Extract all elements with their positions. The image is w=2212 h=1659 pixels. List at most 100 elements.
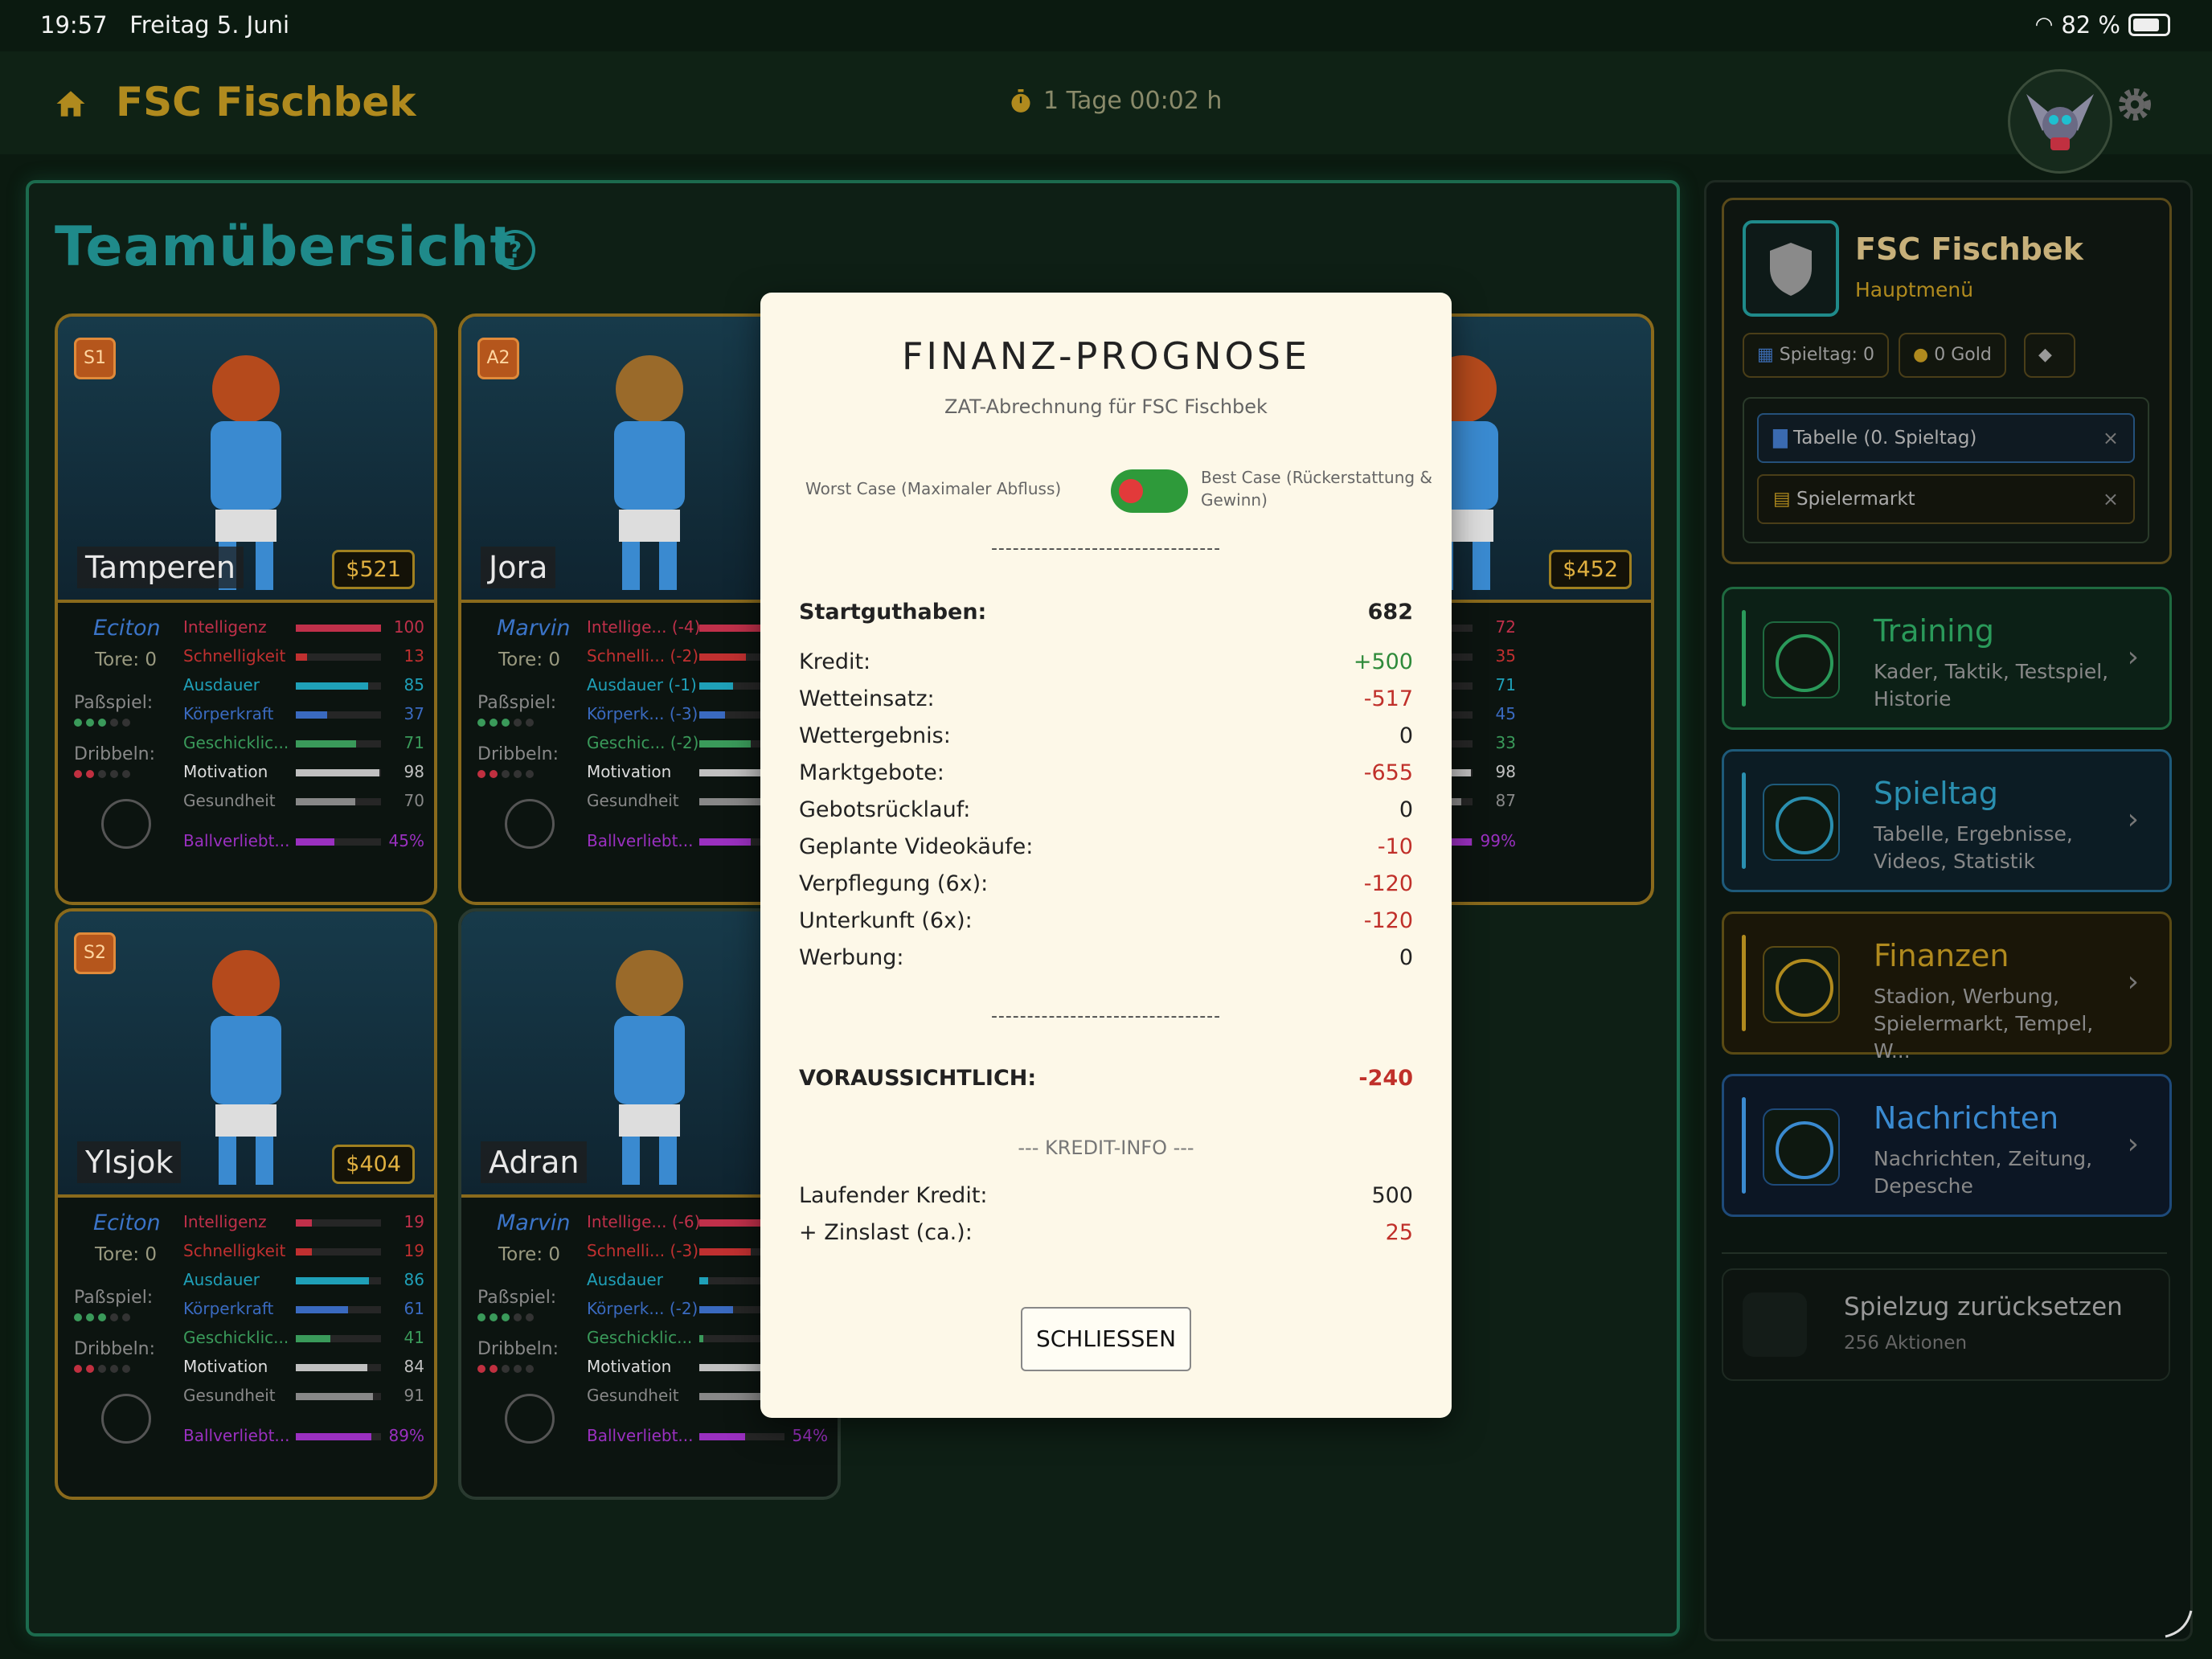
nav-card-nachrichten[interactable]: Nachrichten Nachrichten, Zeitung, Depesch… [1722, 1074, 2172, 1217]
accent-stripe [1742, 1097, 1746, 1194]
stat-bar [296, 711, 381, 719]
pass-dots [477, 719, 534, 727]
finance-forecast-modal: FINANZ-PROGNOSE ZAT-Abrechnung für FSC F… [760, 293, 1452, 1418]
avatar[interactable] [2008, 69, 2112, 174]
nav-card-finanzen[interactable]: Finanzen Stadion, Werbung, Spielermarkt, … [1722, 911, 2172, 1063]
pinned-tabelle[interactable]: ▇ Tabelle (0. Spieltag) × [1757, 413, 2135, 463]
gear-icon[interactable] [2116, 85, 2154, 124]
row-label: Marktgebote: [799, 760, 944, 785]
mail-icon [1763, 1108, 1840, 1186]
player-card[interactable]: S1 Tamperen $521 Eciton Tore: 0 Paßspiel: Drib… [55, 313, 437, 905]
stat-bar [296, 1277, 381, 1284]
shield-icon [1770, 243, 1812, 296]
nav-description: Stadion, Werbung, Spielermarkt, Tempel, … [1874, 985, 2094, 1063]
stat-label: Schnelli... (-3) [587, 1241, 698, 1260]
nav-title: Training [1874, 613, 1994, 649]
pass-dots [74, 1313, 130, 1321]
stat-label: Gesundheit [587, 791, 679, 810]
dribble-dots [74, 1365, 130, 1373]
stat-value: 85 [403, 675, 424, 694]
history-icon [1743, 1292, 1807, 1357]
stat-value: 72 [1495, 617, 1516, 637]
action-circle[interactable] [505, 1394, 555, 1444]
row-value: 500 [1371, 1183, 1413, 1208]
stat-bar [296, 682, 381, 690]
stat-value: 71 [403, 733, 424, 752]
row-label: VORAUSSICHTLICH: [799, 1066, 1037, 1091]
stat-label: Ausdauer (-1) [587, 675, 697, 694]
nav-card-training[interactable]: Training Kader, Taktik, Testspiel, Histor… [1722, 587, 2172, 730]
chevron-right-icon: › [2127, 1128, 2139, 1161]
reset-move-button[interactable]: Spielzug zurücksetzen 256 Aktionen [1722, 1268, 2170, 1381]
stat-label: Motivation [587, 1357, 672, 1376]
header-timer: 1 Tage 00:02 h [1010, 87, 1222, 115]
row-label: Startguthaben: [799, 600, 987, 625]
stat-label: Gesundheit [183, 791, 276, 810]
action-circle[interactable] [101, 1394, 151, 1444]
stat-row: Schnelligkeit 13 [183, 643, 424, 672]
battery-icon [2128, 14, 2170, 36]
stat-label: Ballverliebt... [183, 831, 290, 850]
stat-row: Schnelligkeit 19 [183, 1238, 424, 1267]
pinned-spielermarkt[interactable]: ▤ Spielermarkt × [1757, 474, 2135, 524]
graduation-cap-icon[interactable]: ◆ [2024, 333, 2075, 378]
accent-stripe [1742, 772, 1746, 869]
chip-label: 0 Gold [1934, 345, 1992, 365]
action-circle[interactable] [101, 799, 151, 849]
row-value: -120 [1363, 871, 1413, 896]
resize-handle-icon[interactable] [2162, 1608, 2194, 1640]
divider: -------------------------------- [990, 1006, 1222, 1026]
row-label: + Zinslast (ca.): [799, 1220, 973, 1245]
close-icon[interactable]: × [2103, 476, 2119, 522]
dribble-label: Dribbeln: [74, 1339, 156, 1359]
stat-bar [296, 1364, 381, 1371]
timer-icon [1011, 88, 1030, 113]
help-icon[interactable]: ? [495, 230, 535, 270]
pass-dots [74, 719, 130, 727]
finance-row: Wettergebnis: 0 [799, 723, 1413, 748]
stat-label: Geschic... (-2) [587, 733, 699, 752]
football-icon [1763, 784, 1840, 861]
row-label: Gebotsrücklauf: [799, 797, 971, 822]
header-club-title: FSC Fischbek [116, 79, 416, 125]
player-price: $521 [332, 550, 415, 589]
stat-value: 71 [1495, 675, 1516, 694]
stat-label: Schnelligkeit [183, 1241, 286, 1260]
coin-icon: ● [1913, 345, 1929, 365]
dribble-dots [477, 1365, 534, 1373]
player-card[interactable]: S2 Ylsjok $404 Eciton Tore: 0 Paßspiel: Dribbe… [55, 908, 437, 1500]
stat-value: 84 [403, 1357, 424, 1376]
stat-label: Ausdauer [587, 1270, 663, 1289]
stat-label: Körperkraft [183, 1299, 274, 1318]
stat-label: Motivation [587, 762, 672, 781]
modal-title: FINANZ-PROGNOSE [901, 334, 1311, 378]
home-icon[interactable] [53, 87, 88, 121]
case-toggle[interactable] [1111, 469, 1188, 513]
nav-card-spieltag[interactable]: Spieltag Tabelle, Ergebnisse, Videos, Sta… [1722, 749, 2172, 892]
row-value: 682 [1367, 600, 1413, 625]
dribble-label: Dribbeln: [74, 744, 156, 764]
stat-label: Ausdauer [183, 1270, 260, 1289]
stat-value: 89% [388, 1426, 424, 1445]
stat-label: Geschicklic... [587, 1328, 693, 1347]
stat-value: 91 [403, 1386, 424, 1405]
close-button[interactable]: SCHLIESSEN [1021, 1307, 1191, 1371]
row-value: +500 [1353, 649, 1413, 674]
goals-count: Tore: 0 [95, 1244, 158, 1265]
spieltag-chip[interactable]: ▦ Spieltag: 0 [1743, 333, 1889, 378]
stat-row: Intelligenz 100 [183, 614, 424, 643]
nav-title: Nachrichten [1874, 1100, 2059, 1136]
action-circle[interactable] [505, 799, 555, 849]
card-divider [58, 1194, 434, 1198]
stat-label: Motivation [183, 762, 268, 781]
gold-chip[interactable]: ● 0 Gold [1899, 333, 2006, 378]
stat-label: Intellige... (-6) [587, 1212, 699, 1231]
stat-bar [296, 1433, 381, 1440]
stat-label: Ballverliebt... [183, 1426, 290, 1445]
row-value: -120 [1363, 908, 1413, 933]
row-value: -10 [1377, 834, 1413, 859]
stat-label: Körperkraft [183, 704, 274, 723]
stat-value: 45% [388, 831, 424, 850]
close-icon[interactable]: × [2103, 415, 2119, 461]
stat-bar [296, 625, 381, 632]
